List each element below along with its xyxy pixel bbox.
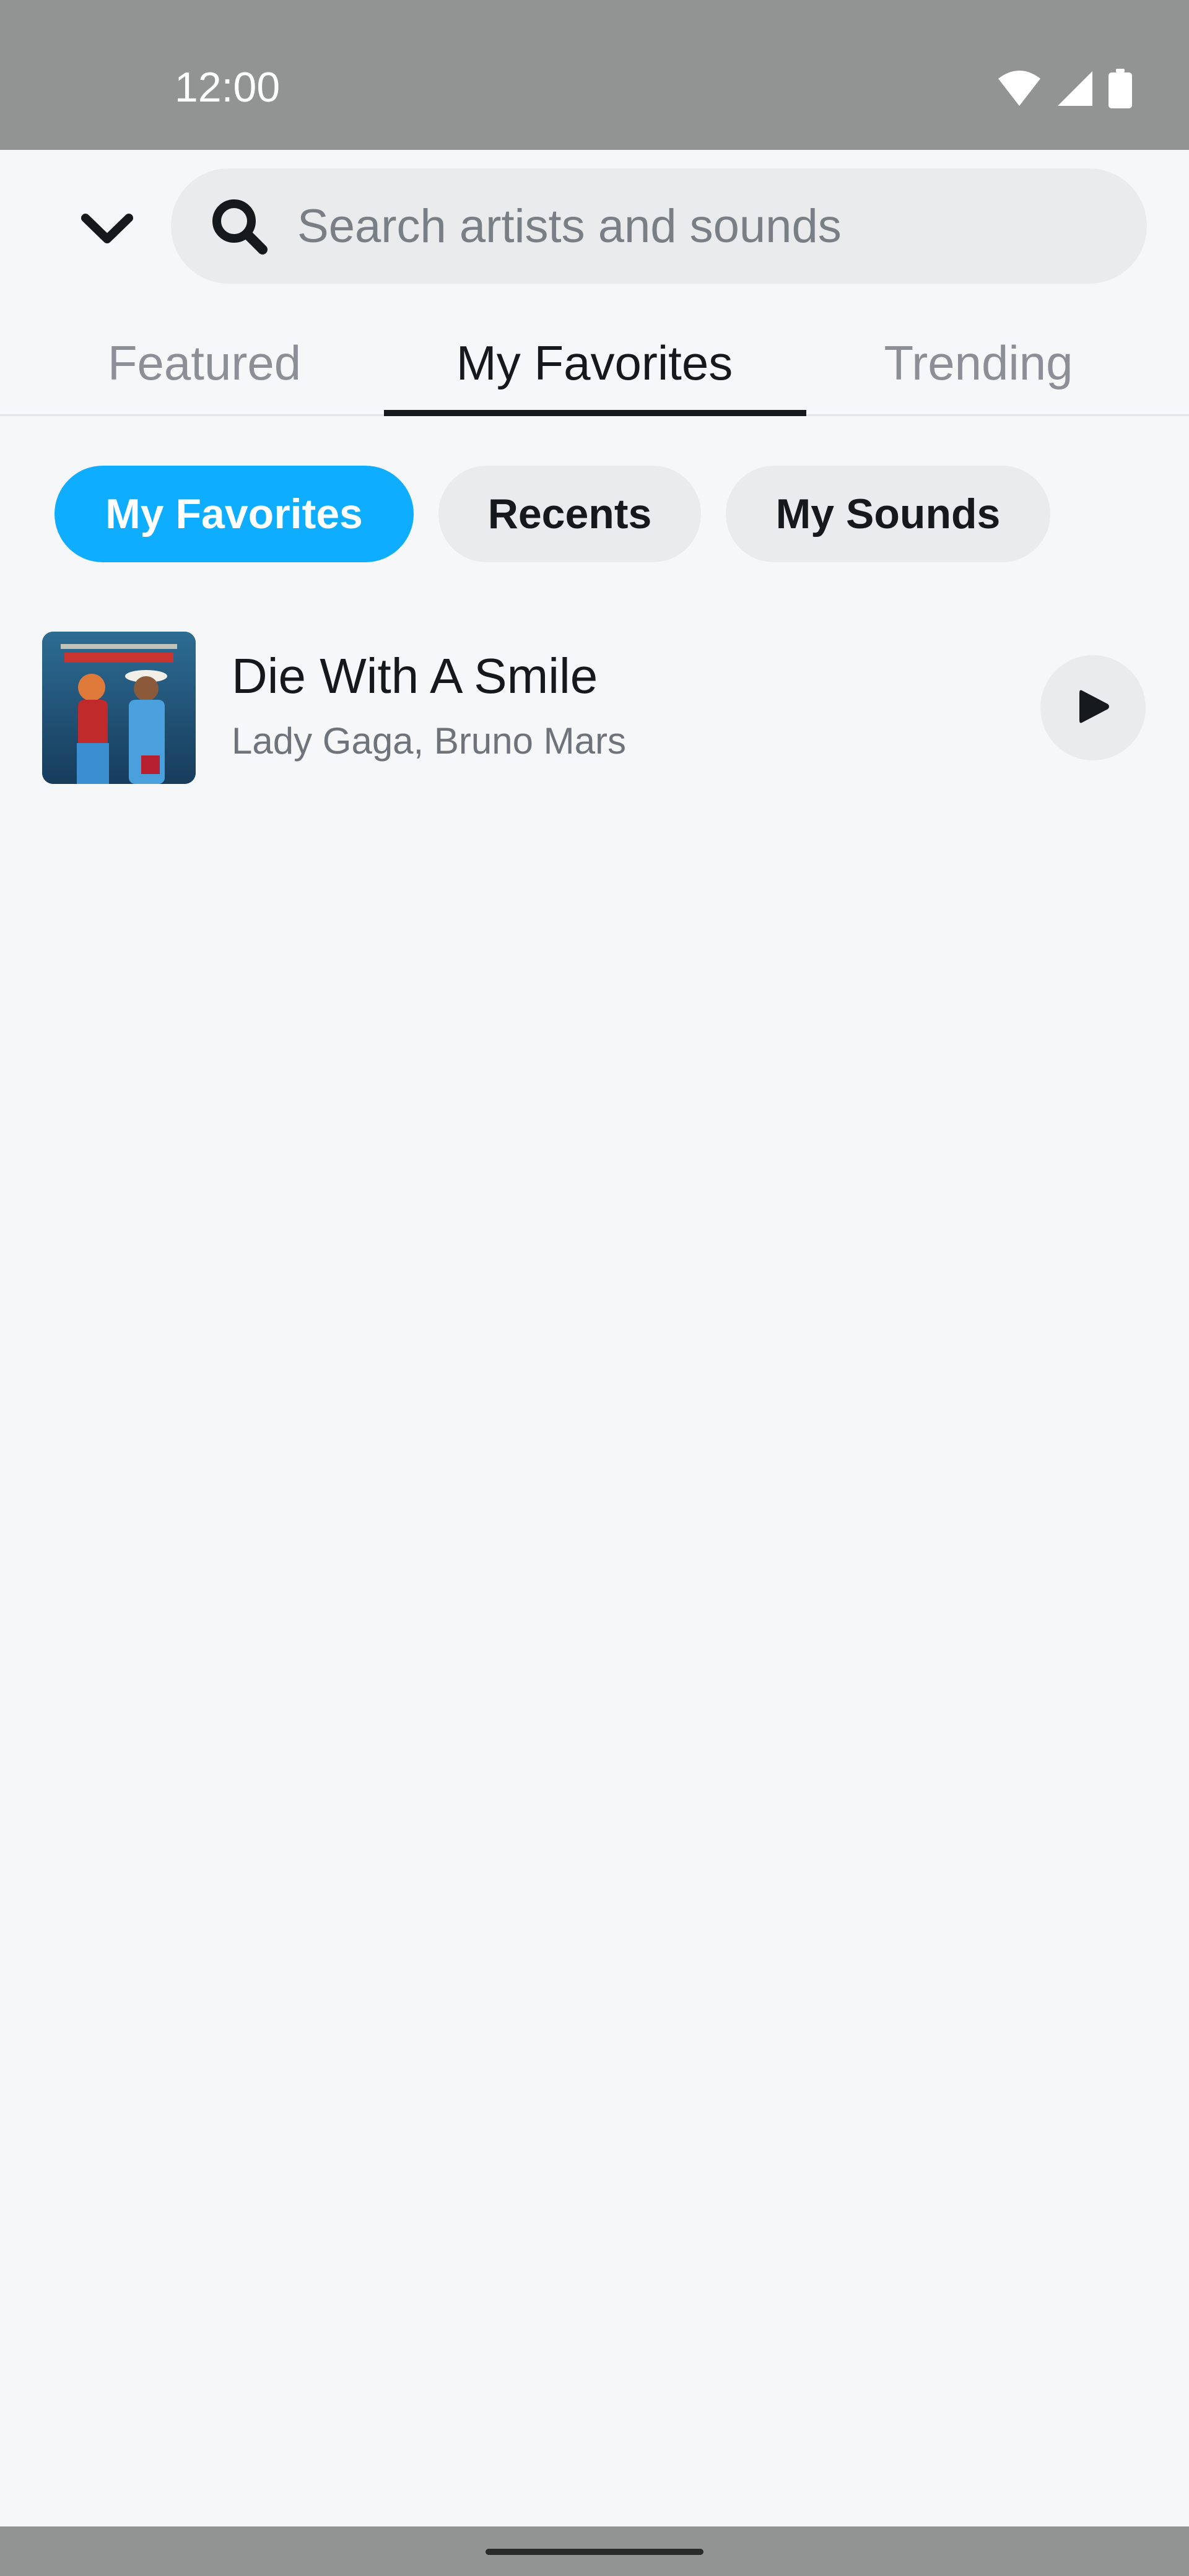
- status-icons: [997, 68, 1132, 111]
- play-button[interactable]: [1040, 655, 1146, 760]
- status-time: 12:00: [175, 64, 281, 111]
- filter-chips: My Favorites Recents My Sounds: [54, 466, 1050, 562]
- search-input[interactable]: Search artists and sounds: [171, 168, 1147, 284]
- tab-trending[interactable]: Trending: [842, 310, 1115, 416]
- chip-my-sounds[interactable]: My Sounds: [726, 466, 1050, 562]
- play-icon: [1073, 687, 1113, 729]
- tab-my-favorites[interactable]: My Favorites: [384, 310, 805, 416]
- battery-icon: [1108, 68, 1132, 111]
- wifi-icon: [997, 70, 1042, 110]
- song-title: Die With A Smile: [232, 648, 598, 703]
- song-artist: Lady Gaga, Bruno Mars: [232, 720, 627, 762]
- search-icon: [207, 194, 271, 258]
- search-placeholder: Search artists and sounds: [297, 199, 842, 253]
- tab-featured[interactable]: Featured: [62, 310, 347, 416]
- home-indicator[interactable]: [486, 2549, 703, 2555]
- system-navigation-bar: [0, 2526, 1189, 2576]
- status-bar: 12:00: [0, 0, 1189, 150]
- album-art: [42, 632, 196, 784]
- chip-my-favorites[interactable]: My Favorites: [54, 466, 414, 562]
- chevron-down-icon[interactable]: [73, 204, 141, 254]
- tab-bar: Featured My Favorites Trending: [0, 310, 1189, 416]
- list-item[interactable]: Die With A Smile Lady Gaga, Bruno Mars: [0, 619, 1189, 799]
- signal-icon: [1056, 70, 1094, 110]
- chip-recents[interactable]: Recents: [438, 466, 701, 562]
- tab-active-indicator: [384, 410, 806, 416]
